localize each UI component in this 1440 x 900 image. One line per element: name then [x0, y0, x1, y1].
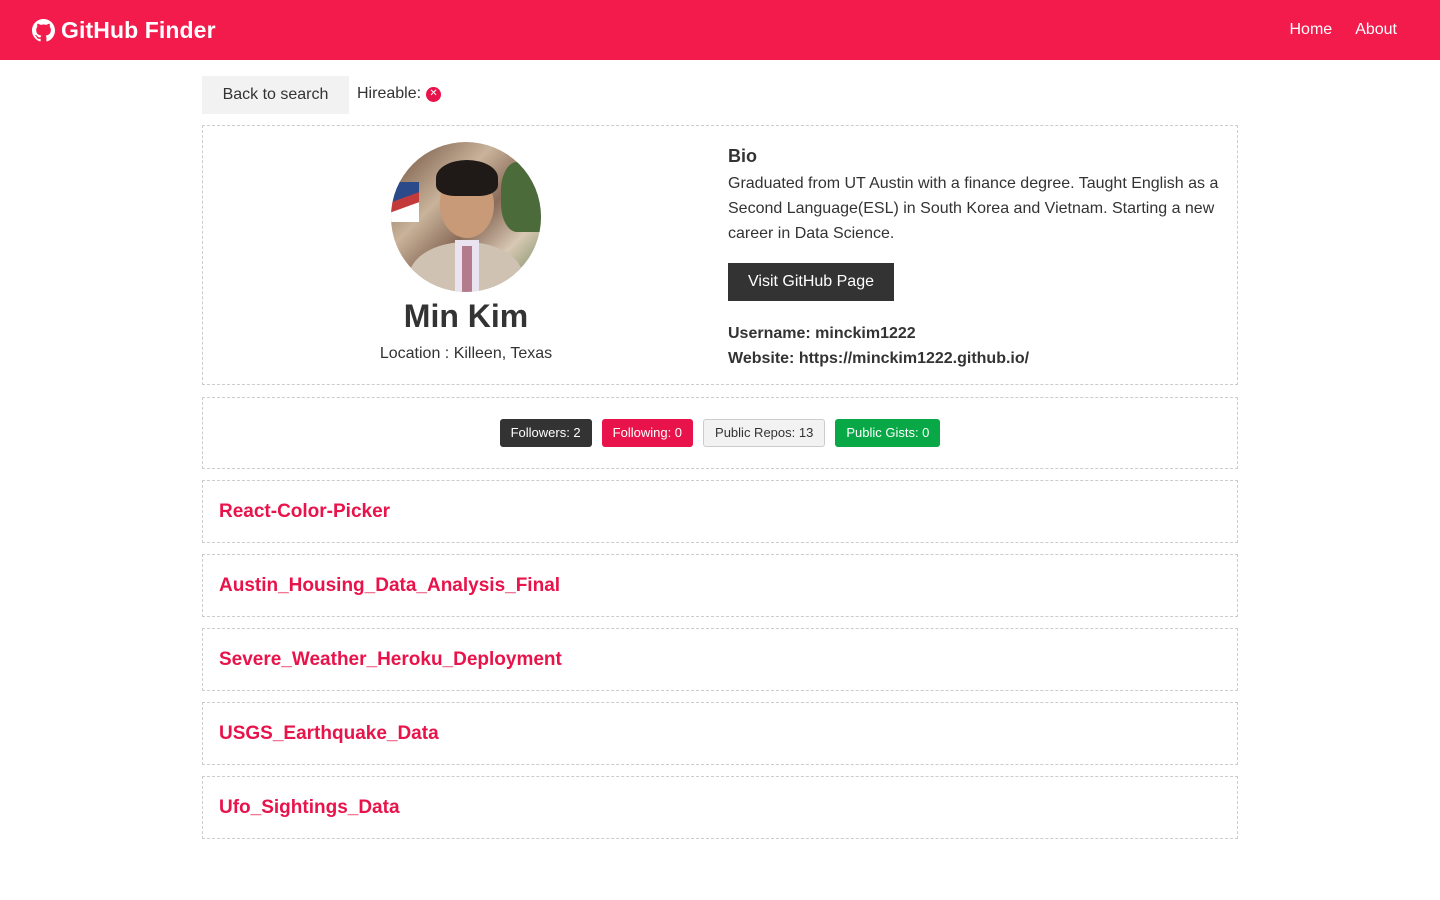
bio-heading: Bio — [728, 146, 757, 166]
avatar — [391, 142, 541, 292]
username-detail: Username: minckim1222 — [728, 325, 916, 342]
repo-card: Ufo_Sightings_Data — [202, 776, 1238, 839]
public-repos-badge: Public Repos: 13 — [703, 419, 826, 447]
user-name: Min Kim — [403, 298, 529, 334]
github-icon — [32, 18, 55, 42]
repo-card: Severe_Weather_Heroku_Deployment — [202, 628, 1238, 691]
navbar: GitHub Finder Home About — [0, 0, 1440, 60]
user-location: Location : Killeen, Texas — [379, 345, 553, 362]
times-circle-icon: ✕ — [426, 86, 442, 102]
repo-card: React-Color-Picker — [202, 480, 1238, 543]
following-badge: Following: 0 — [601, 419, 694, 447]
repo-card: USGS_Earthquake_Data — [202, 702, 1238, 765]
back-to-search-button[interactable]: Back to search — [202, 76, 349, 114]
website-detail: Website: https://minckim1222.github.io/ — [728, 350, 1030, 367]
profile-summary: Min Kim Location : Killeen, Texas — [203, 126, 729, 363]
followers-badge: Followers: 2 — [499, 419, 592, 447]
main-container: Back to search Hireable: ✕ Min Kim Locat… — [202, 76, 1238, 839]
repo-card: Austin_Housing_Data_Analysis_Final — [202, 554, 1238, 617]
brand[interactable]: GitHub Finder — [32, 17, 216, 44]
bio-text: Graduated from UT Austin with a finance … — [728, 175, 1219, 242]
hireable-status: Hireable: ✕ — [357, 85, 442, 103]
profile-details: Bio Graduated from UT Austin with a fina… — [728, 146, 1228, 371]
public-gists-badge: Public Gists: 0 — [835, 419, 941, 447]
visit-github-button[interactable]: Visit GitHub Page — [728, 263, 894, 301]
stats-card: Followers: 2 Following: 0 Public Repos: … — [202, 397, 1238, 469]
repo-link[interactable]: Severe_Weather_Heroku_Deployment — [219, 649, 562, 671]
repo-link[interactable]: React-Color-Picker — [219, 501, 390, 523]
repo-link[interactable]: Austin_Housing_Data_Analysis_Final — [219, 575, 560, 597]
repo-link[interactable]: USGS_Earthquake_Data — [219, 723, 439, 745]
repo-link[interactable]: Ufo_Sightings_Data — [219, 797, 400, 819]
nav-link-home[interactable]: Home — [1290, 21, 1333, 39]
nav-links: Home About — [1290, 21, 1398, 39]
app-title: GitHub Finder — [61, 16, 216, 43]
nav-link-about[interactable]: About — [1355, 21, 1397, 39]
hireable-label: Hireable: — [357, 85, 422, 102]
profile-card: Min Kim Location : Killeen, Texas Bio Gr… — [202, 125, 1238, 385]
user-topbar: Back to search Hireable: ✕ — [202, 76, 1238, 114]
